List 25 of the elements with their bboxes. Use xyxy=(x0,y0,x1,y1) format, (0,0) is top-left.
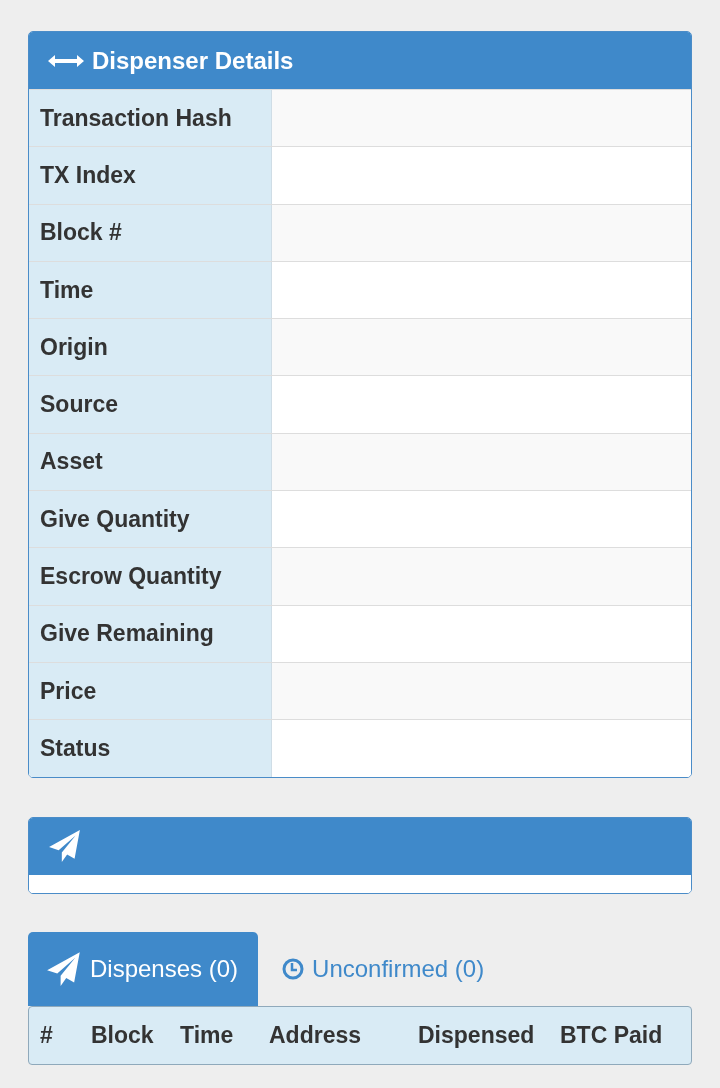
row-label: Price xyxy=(29,662,272,720)
row-label: Give Remaining xyxy=(29,605,272,662)
row-label: Give Quantity xyxy=(29,491,272,548)
column-header: Address xyxy=(269,1021,363,1049)
tab[interactable]: Dispenses (0) xyxy=(28,931,259,1006)
column-header: Time xyxy=(180,1021,235,1049)
row-label: Escrow Quantity xyxy=(29,548,272,605)
column-header: BTC Paid xyxy=(560,1021,660,1049)
clock-icon xyxy=(282,957,305,980)
panel-title: Dispenser Details xyxy=(92,46,294,75)
tab[interactable]: Unconfirmed (0) xyxy=(258,931,505,1006)
column-header: Block xyxy=(91,1021,155,1049)
row-label: Asset xyxy=(29,433,272,491)
double-arrow-icon xyxy=(48,52,84,69)
row-label: Transaction Hash xyxy=(29,90,272,147)
column-header: # xyxy=(40,1021,54,1049)
paper-plane-icon xyxy=(46,950,82,987)
row-label: Time xyxy=(29,261,272,319)
row-label: Origin xyxy=(29,319,272,376)
row-label: Status xyxy=(29,720,272,777)
row-label: TX Index xyxy=(29,147,272,204)
paper-plane-icon xyxy=(48,829,82,864)
row-label: Block # xyxy=(29,204,272,261)
row-label: Source xyxy=(29,376,272,433)
column-header: Dispensed xyxy=(418,1021,536,1049)
